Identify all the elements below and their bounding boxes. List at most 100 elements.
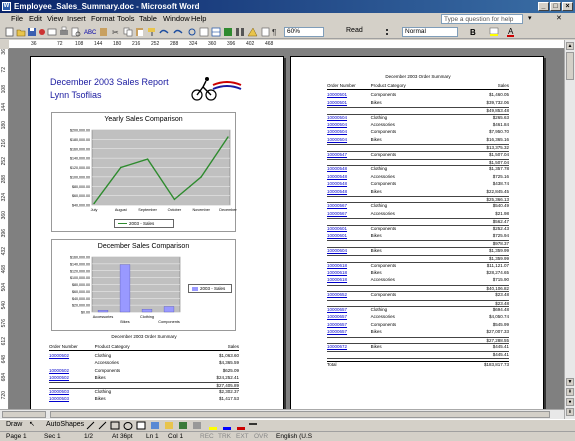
product-category: Accessories xyxy=(370,314,395,320)
order-number[interactable]: 10000567 xyxy=(327,211,347,216)
order-number[interactable]: 10000548 xyxy=(327,189,347,194)
order-number[interactable]: 10000657 xyxy=(327,322,347,327)
draw-menu[interactable]: Draw xyxy=(6,421,22,428)
scroll-thumb[interactable] xyxy=(566,52,574,80)
menu-edit[interactable]: Edit xyxy=(29,13,42,25)
print-icon xyxy=(60,26,68,35)
sales-value: $183,817.73 xyxy=(483,361,509,367)
product-category: Bikes xyxy=(370,136,382,142)
order-number[interactable]: 10000501 xyxy=(327,92,347,97)
ruler-mark: 612 xyxy=(1,337,7,346)
minimize-button[interactable]: _ xyxy=(538,2,549,11)
table-row: $445.41 xyxy=(327,351,509,359)
order-number[interactable]: 10000657 xyxy=(327,307,347,312)
table-row: 10000502 Components $625.09 xyxy=(49,368,239,375)
order-number[interactable]: 10000604 xyxy=(327,248,347,253)
sales-value: $27,405.89 xyxy=(216,383,239,388)
ruler-mark: 108 xyxy=(75,41,84,47)
order-number[interactable]: 10000547 xyxy=(327,152,347,157)
table-row: $562.47 xyxy=(327,218,509,226)
zoom-combo[interactable]: 60% xyxy=(284,27,324,37)
product-category: Bikes xyxy=(370,329,382,335)
order-number[interactable]: 10000503 xyxy=(49,396,69,401)
order-number[interactable]: 10000672 xyxy=(327,344,347,349)
menu-window[interactable]: Window xyxy=(163,13,190,25)
svg-text:B: B xyxy=(470,28,476,37)
x-tick-label: December xyxy=(219,208,237,212)
product-category: Accessories xyxy=(370,173,395,179)
menu-insert[interactable]: Insert xyxy=(67,13,86,25)
horizontal-ruler[interactable]: 36 72 108 144 180 216 252 288 324 360 39… xyxy=(9,40,564,49)
next-page-icon[interactable]: ⇟ xyxy=(566,408,574,416)
order-number[interactable]: 10000657 xyxy=(327,329,347,334)
horizontal-scrollbar[interactable] xyxy=(0,409,564,419)
order-number[interactable]: 10000567 xyxy=(327,203,347,208)
ruler-mark: 576 xyxy=(1,319,7,328)
help-question-input[interactable]: Type a question for help xyxy=(441,14,523,24)
order-number[interactable]: 10000502 xyxy=(49,368,69,373)
table-row: 10000618 Components $11,121.07 xyxy=(327,263,509,270)
order-number[interactable]: 10000652 xyxy=(327,292,347,297)
word-app-icon[interactable]: W xyxy=(2,2,11,11)
menu-view[interactable]: View xyxy=(47,13,63,25)
order-number[interactable]: 10000504 xyxy=(327,137,347,142)
close-document-icon[interactable]: ✕ xyxy=(556,14,562,22)
view-buttons[interactable] xyxy=(2,411,46,418)
order-number[interactable]: 10000502 xyxy=(49,353,69,358)
order-number[interactable]: 10000601 xyxy=(327,233,347,238)
order-number[interactable]: 10000504 xyxy=(327,115,347,120)
help-dropdown-icon[interactable]: ▾ xyxy=(528,14,532,22)
sales-value: $13,375.32 xyxy=(486,145,509,151)
status-rec[interactable]: REC xyxy=(200,432,214,441)
status-ovr[interactable]: OVR xyxy=(254,432,268,441)
font-color-icon: A xyxy=(507,27,514,37)
order-number[interactable]: 10000504 xyxy=(327,129,347,134)
status-bar: Page 1 Sec 1 1/2 At 36pt Ln 1 Col 1 REC … xyxy=(0,431,575,441)
autoshape-arrow-icon: ↖ xyxy=(29,421,35,428)
order-number[interactable]: 10000502 xyxy=(49,375,69,380)
horizontal-scroll-thumb[interactable] xyxy=(50,411,550,418)
order-number[interactable]: 10000548 xyxy=(327,181,347,186)
select-browse-object-icon[interactable]: ● xyxy=(566,398,574,406)
y-tick-label: $40,000.00 xyxy=(72,297,90,301)
order-number[interactable]: 10000504 xyxy=(327,122,347,127)
order-number[interactable]: 10000618 xyxy=(327,270,347,275)
order-number[interactable]: 10000601 xyxy=(327,226,347,231)
menu-tools[interactable]: Tools xyxy=(117,13,135,25)
order-number[interactable]: 10000618 xyxy=(327,277,347,282)
status-trk[interactable]: TRK xyxy=(218,432,231,441)
drawing-tools[interactable] xyxy=(85,421,265,431)
order-number[interactable]: 10000618 xyxy=(327,263,347,268)
close-button[interactable]: × xyxy=(562,2,573,11)
menu-table[interactable]: Table xyxy=(139,13,157,25)
product-category: Components xyxy=(370,292,397,298)
x-tick-label: Components xyxy=(158,320,180,324)
order-number[interactable]: 10000501 xyxy=(327,100,347,105)
page-2[interactable]: December 2003 Order Summary Order Number… xyxy=(290,56,544,410)
status-ext[interactable]: EXT xyxy=(236,432,249,441)
menu-format[interactable]: Format xyxy=(91,13,115,25)
order-number[interactable]: 10000657 xyxy=(327,314,347,319)
order-number[interactable]: 10000548 xyxy=(327,174,347,179)
vertical-ruler[interactable]: 36 72 108 144 180 216 252 288 324 360 39… xyxy=(0,49,9,419)
order-number[interactable]: 10000503 xyxy=(49,389,69,394)
previous-page-icon[interactable]: ⇞ xyxy=(566,388,574,396)
table-row: 10000657 Accessories $4,050.74 xyxy=(327,314,509,321)
maximize-button[interactable]: □ xyxy=(550,2,561,11)
svg-text:ABC: ABC xyxy=(84,30,97,36)
scroll-down-icon[interactable]: ▼ xyxy=(566,378,574,386)
ruler-mark: 540 xyxy=(1,301,7,310)
table-row: $1,359.99 xyxy=(327,255,509,263)
scroll-up-icon[interactable]: ▲ xyxy=(566,42,574,50)
page2-order-table: Order Number Product Category Sales 1000050… xyxy=(327,83,509,378)
order-number[interactable]: 10000548 xyxy=(327,166,347,171)
page-1[interactable]: December 2003 Sales Report Lynn Tsoflias… xyxy=(30,56,284,410)
style-combo[interactable]: Normal xyxy=(402,27,458,37)
sales-value: Sales xyxy=(227,344,239,349)
read-button[interactable]: Read xyxy=(346,27,363,34)
menu-file[interactable]: File xyxy=(11,13,23,25)
menu-help[interactable]: Help xyxy=(191,13,206,25)
autoshapes-menu[interactable]: AutoShapes xyxy=(46,421,84,428)
yearly-legend: 2003 - Sales xyxy=(114,219,174,228)
vertical-scrollbar[interactable]: ▲ ▼ ⇞ ● ⇟ xyxy=(564,40,575,419)
